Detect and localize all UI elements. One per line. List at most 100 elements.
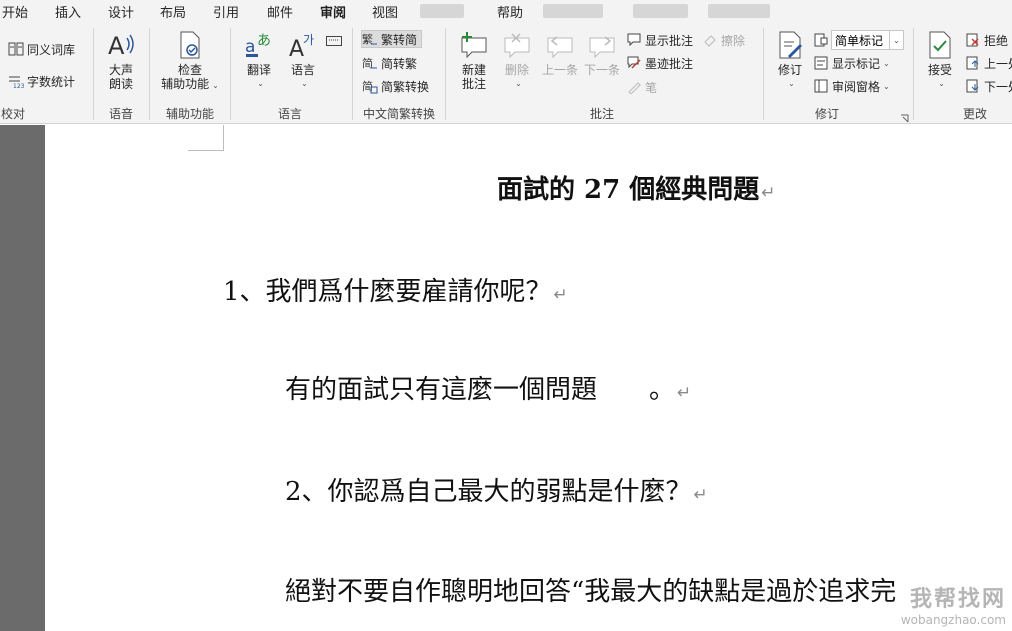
chevron-down-icon: ⌄	[301, 79, 308, 88]
question-1[interactable]: 1、我們爲什麼要雇請你呢？ ↵	[223, 271, 568, 308]
reviewing-pane-button[interactable]: 审阅窗格 ⌄	[813, 77, 890, 95]
pen-button[interactable]: 笔	[626, 78, 657, 96]
group-label-comments: 批注	[589, 107, 614, 121]
tab-review[interactable]: 审阅	[320, 2, 347, 24]
blurred-tab	[420, 4, 464, 18]
group-separator	[763, 28, 764, 120]
new-comment-icon	[458, 30, 490, 60]
paragraph-text: 絕對不要自作聰明地回答“我最大的缺點是過於追求完	[285, 577, 897, 607]
paragraph-text: 2、你認爲自己最大的弱點是什麼？	[285, 477, 692, 507]
watermark-url: wobangzhao.com	[900, 613, 1006, 627]
next-change-button[interactable]: 下一处	[965, 77, 1012, 95]
margin-marker	[188, 150, 224, 151]
paragraph-mark-icon: ↵	[761, 183, 776, 203]
track-changes-icon	[774, 30, 806, 60]
chevron-down-icon: ⌄	[889, 31, 903, 49]
comment-icon	[626, 32, 642, 48]
track-changes-label: 修订	[777, 63, 802, 77]
trad-to-simp-button[interactable]: 繁 繁转简	[361, 30, 423, 48]
chevron-down-icon: ⌄	[938, 79, 945, 88]
next-comment-button[interactable]: 下一条	[580, 30, 624, 77]
simp-to-trad-icon: 简	[362, 55, 378, 71]
reject-button[interactable]: 拒绝	[965, 31, 1008, 49]
tab-mailings[interactable]: 邮件	[267, 2, 293, 21]
word-count-button[interactable]: 123 字数统计	[8, 72, 75, 90]
trad-to-simp-label: 繁转简	[381, 32, 418, 47]
show-comments-button[interactable]: 显示批注	[626, 31, 693, 49]
show-markup-label: 显示标记	[832, 56, 881, 71]
next-change-label: 下一处	[984, 79, 1012, 94]
document-page[interactable]: 面試的 27 個經典問題 ↵ 1、我們爲什麼要雇請你呢？ ↵ 有的面試只有這麼一個問…	[45, 125, 1012, 631]
keyboard-button[interactable]	[326, 32, 345, 50]
group-separator	[230, 28, 231, 120]
tab-layout[interactable]: 布局	[160, 2, 186, 21]
markup-icon	[813, 32, 829, 48]
chevron-down-icon: ⌄	[257, 79, 264, 88]
paragraph-mark-icon: ↵	[677, 383, 692, 403]
translate-button[interactable]: aあ 翻译 ⌄	[240, 30, 278, 91]
group-label-chinese-conversion: 中文简繁转换	[362, 107, 435, 121]
accept-icon	[924, 30, 956, 60]
new-comment-button[interactable]: 新建 批注	[455, 30, 493, 91]
svg-text:123: 123	[13, 83, 24, 88]
accept-button[interactable]: 接受 ⌄	[922, 30, 958, 91]
next-comment-label: 下一条	[583, 63, 620, 77]
tab-design[interactable]: 设计	[108, 2, 134, 21]
answer-2[interactable]: 絕對不要自作聰明地回答“我最大的缺點是過於追求完	[285, 571, 896, 608]
previous-comment-icon	[544, 30, 576, 60]
markup-mode-value: 简单标记	[835, 33, 884, 48]
reject-icon	[965, 32, 981, 48]
simp-to-trad-button[interactable]: 简 简转繁	[362, 54, 417, 72]
ribbon-tab-bar: 开始 插入 设计 布局 引用 邮件 审阅 视图 帮助	[0, 0, 1012, 24]
thesaurus-icon	[8, 41, 24, 57]
previous-comment-label: 上一条	[541, 63, 578, 77]
group-label-changes: 更改	[962, 107, 987, 121]
tab-home[interactable]: 开始	[2, 2, 28, 21]
tab-help[interactable]: 帮助	[497, 2, 523, 21]
show-comments-label: 显示批注	[645, 33, 694, 48]
margin-marker	[223, 125, 224, 151]
previous-change-button[interactable]: 上一处	[965, 54, 1012, 72]
show-markup-button[interactable]: 显示标记 ⌄	[813, 54, 890, 72]
pen-icon	[626, 79, 642, 95]
thesaurus-label: 同义词库	[27, 42, 76, 57]
erase-button[interactable]: 擦除	[702, 31, 745, 49]
svg-text:A: A	[289, 37, 304, 60]
document-workspace: 面試的 27 個經典問題 ↵ 1、我們爲什麼要雇請你呢？ ↵ 有的面試只有這麼一個問…	[0, 125, 1012, 631]
svg-text:A: A	[108, 32, 125, 60]
chinese-convert-icon: 简	[362, 78, 378, 94]
document-title[interactable]: 面試的 27 個經典問題 ↵	[497, 169, 776, 206]
group-separator	[913, 28, 914, 120]
group-separator	[93, 28, 94, 120]
tab-insert[interactable]: 插入	[55, 2, 81, 21]
chevron-down-icon: ⌄	[883, 58, 890, 68]
paragraph-text: 有的面試只有這麼一個問題 。	[285, 375, 676, 405]
delete-comment-icon	[501, 30, 533, 60]
show-markup-icon	[813, 55, 829, 71]
language-button[interactable]: A가 语言 ⌄	[284, 30, 322, 91]
group-separator	[445, 28, 446, 120]
question-2[interactable]: 2、你認爲自己最大的弱點是什麼？ ↵	[285, 471, 708, 508]
next-comment-icon	[586, 30, 618, 60]
language-label: 语言	[290, 63, 315, 77]
blurred-tab	[633, 4, 688, 18]
chinese-convert-button[interactable]: 简 简繁转换	[362, 77, 429, 95]
ink-comment-button[interactable]: 墨迹批注	[626, 54, 693, 72]
read-aloud-button[interactable]: A 大声 朗读	[102, 30, 140, 91]
read-aloud-label-1: 大声	[108, 63, 133, 77]
check-accessibility-button[interactable]: 检查 辅助功能 ⌄	[158, 30, 222, 93]
group-label-speech: 语音	[108, 107, 133, 121]
watermark: 我帮找网 wobangzhao.com	[901, 581, 1006, 627]
delete-comment-button[interactable]: 删除 ⌄	[498, 30, 536, 91]
thesaurus-button[interactable]: 同义词库	[8, 40, 75, 58]
answer-1[interactable]: 有的面試只有這麼一個問題 。 ↵	[285, 369, 691, 406]
markup-mode-select[interactable]: 简单标记 ⌄	[831, 30, 904, 50]
tab-references[interactable]: 引用	[213, 2, 239, 21]
group-separator	[149, 28, 150, 120]
group-label-proofing: 校对	[0, 107, 25, 121]
track-changes-button[interactable]: 修订 ⌄	[772, 30, 808, 91]
previous-comment-button[interactable]: 上一条	[538, 30, 582, 77]
tab-view[interactable]: 视图	[372, 2, 398, 21]
pen-label: 笔	[645, 80, 658, 95]
group-label-accessibility: 辅助功能	[165, 107, 214, 121]
